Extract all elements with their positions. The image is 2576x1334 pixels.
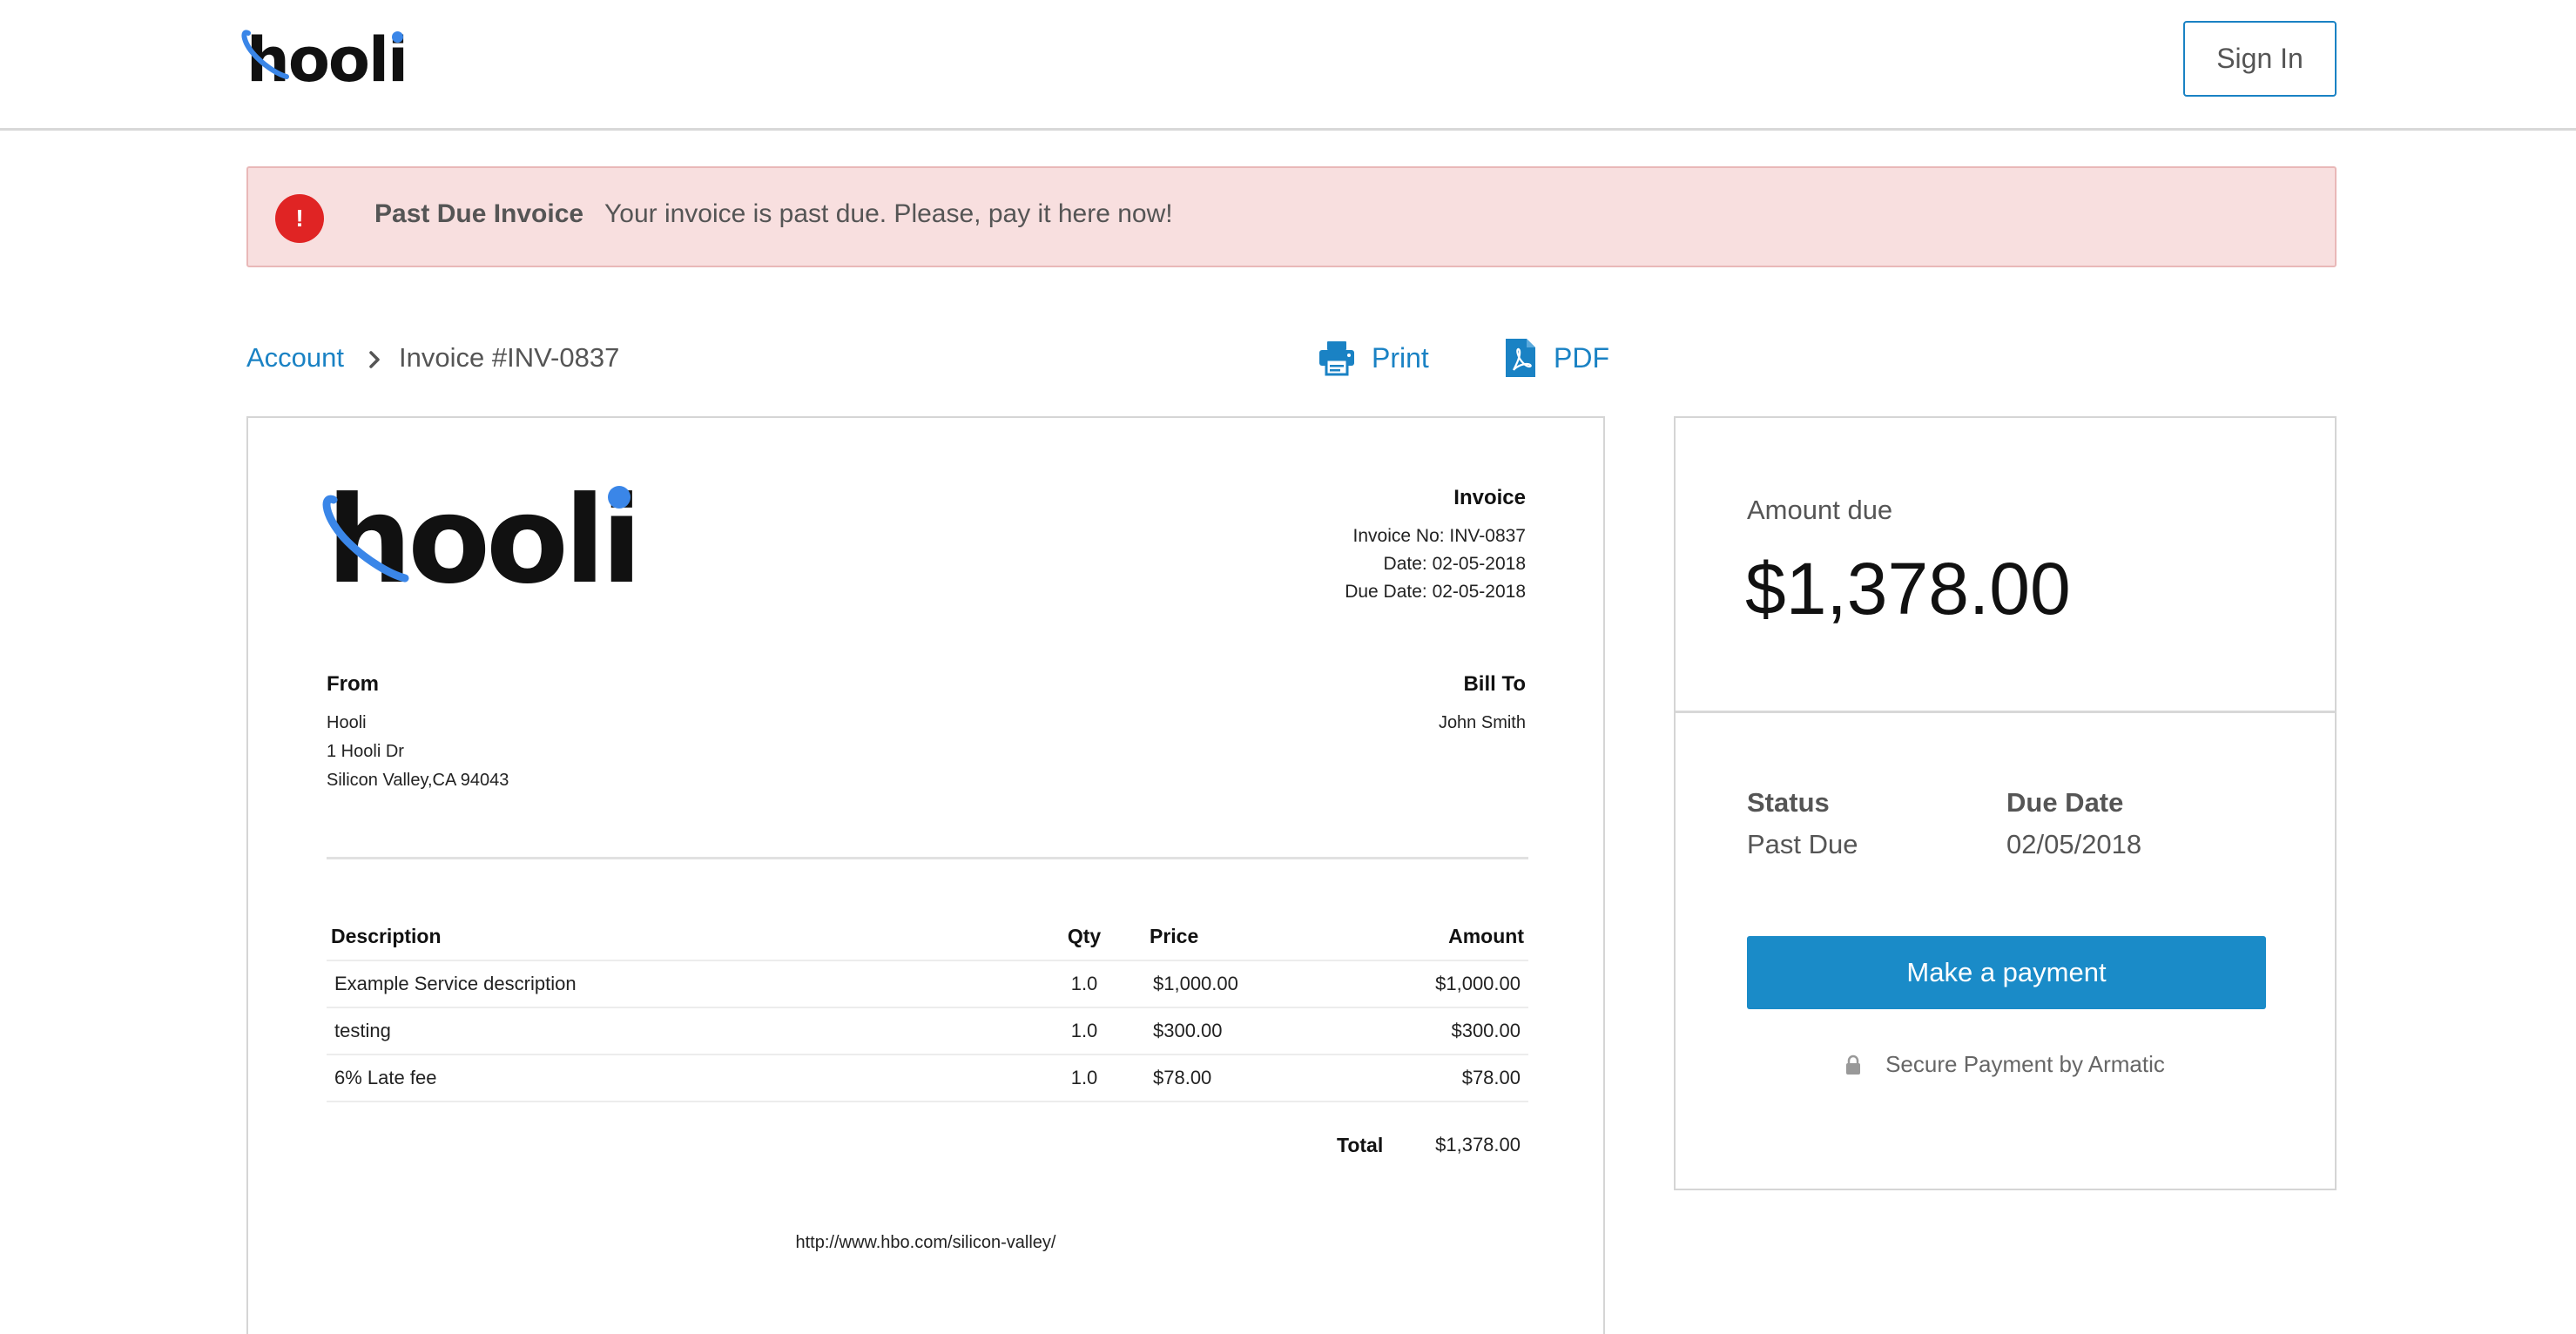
from-heading: From <box>327 672 379 696</box>
invoice-logo: hooli <box>322 481 642 601</box>
from-name: Hooli <box>327 713 367 732</box>
invoice-document: hooli Invoice Invoice No: INV-0837 Date:… <box>246 416 1605 1334</box>
table-row: Example Service description 1.0 $1,000.0… <box>327 960 1528 1007</box>
total-value: $1,378.00 <box>1435 1134 1521 1155</box>
column-header-qty: Qty <box>1067 925 1102 947</box>
pdf-icon <box>1506 339 1535 377</box>
bill-to-heading: Bill To <box>1463 672 1526 696</box>
bill-to-address: Bill To John Smith <box>1439 672 1526 738</box>
row-price: $1,000.00 <box>1145 960 1328 1007</box>
row-description: 6% Late fee <box>327 1054 1023 1102</box>
row-qty: 1.0 <box>1023 960 1145 1007</box>
chevron-right-icon <box>369 351 380 368</box>
from-address-line1: 1 Hooli Dr <box>327 742 404 761</box>
alert-icon: ! <box>275 194 324 243</box>
breadcrumb-current: Invoice #INV-0837 <box>399 342 620 373</box>
invoice-meta: Invoice Invoice No: INV-0837 Date: 02-05… <box>1345 486 1526 606</box>
row-amount: $78.00 <box>1328 1054 1528 1102</box>
alert-title: Past Due Invoice <box>374 199 584 228</box>
amount-due-section: Amount due $1,378.00 <box>1676 418 2335 713</box>
row-qty: 1.0 <box>1023 1007 1145 1054</box>
line-items-table: Description Qty Price Amount Example Ser… <box>327 913 1528 1102</box>
invoice-date: Date: 02-05-2018 <box>1383 554 1526 574</box>
logo-text: hooli <box>246 24 408 96</box>
row-price: $78.00 <box>1145 1054 1328 1102</box>
status-heading: Status <box>1747 787 1830 818</box>
column-header-amount: Amount <box>1448 925 1524 947</box>
secure-payment-text: Secure Payment by Armatic <box>1885 1051 2165 1077</box>
print-button[interactable]: Print <box>1318 336 1429 380</box>
invoice-logo-text: hooli <box>327 470 642 610</box>
top-navbar: hooli Sign In <box>0 0 2576 131</box>
invoice-heading: Invoice <box>1453 486 1526 509</box>
row-qty: 1.0 <box>1023 1054 1145 1102</box>
row-description: Example Service description <box>327 960 1023 1007</box>
bill-to-name: John Smith <box>1438 713 1526 732</box>
row-amount: $300.00 <box>1328 1007 1528 1054</box>
amount-due-label: Amount due <box>1747 495 1893 525</box>
row-amount: $1,000.00 <box>1328 960 1528 1007</box>
past-due-alert: ! Past Due Invoice Your invoice is past … <box>246 166 2337 267</box>
table-header-row: Description Qty Price Amount <box>327 913 1528 960</box>
table-row: testing 1.0 $300.00 $300.00 <box>327 1007 1528 1054</box>
lock-icon <box>1846 1054 1861 1075</box>
invoice-due-date: Due Date: 02-05-2018 <box>1345 582 1526 602</box>
from-address: From Hooli 1 Hooli Dr Silicon Valley,CA … <box>327 672 509 795</box>
printer-icon <box>1319 341 1354 376</box>
row-description: testing <box>327 1007 1023 1054</box>
hooli-logo[interactable]: hooli <box>241 30 408 91</box>
row-price: $300.00 <box>1145 1007 1328 1054</box>
table-row: 6% Late fee 1.0 $78.00 $78.00 <box>327 1054 1528 1102</box>
footer-url: http://www.hbo.com/silicon-valley/ <box>795 1233 1056 1252</box>
breadcrumb-account-link[interactable]: Account <box>246 342 344 374</box>
from-address-line2: Silicon Valley,CA 94043 <box>327 771 509 790</box>
column-header-description: Description <box>331 925 442 947</box>
payment-panel: Amount due $1,378.00 Status Past Due Due… <box>1674 416 2337 1190</box>
make-payment-button[interactable]: Make a payment <box>1747 936 2266 1009</box>
alert-message: Your invoice is past due. Please, pay it… <box>604 199 1173 228</box>
due-date-heading: Due Date <box>2006 787 2124 818</box>
status-value: Past Due <box>1747 829 1858 859</box>
amount-due-value: $1,378.00 <box>1745 548 2071 630</box>
total-label: Total <box>1337 1134 1384 1156</box>
pdf-button[interactable]: PDF <box>1503 336 1609 380</box>
due-date-value: 02/05/2018 <box>2006 829 2142 859</box>
divider <box>327 857 1528 859</box>
column-header-price: Price <box>1150 925 1199 947</box>
print-label: Print <box>1372 341 1429 374</box>
invoice-number: Invoice No: INV-0837 <box>1352 526 1526 546</box>
secure-payment-note: Secure Payment by Armatic <box>1676 1051 2335 1078</box>
pdf-label: PDF <box>1554 341 1609 374</box>
sign-in-button[interactable]: Sign In <box>2183 21 2337 97</box>
